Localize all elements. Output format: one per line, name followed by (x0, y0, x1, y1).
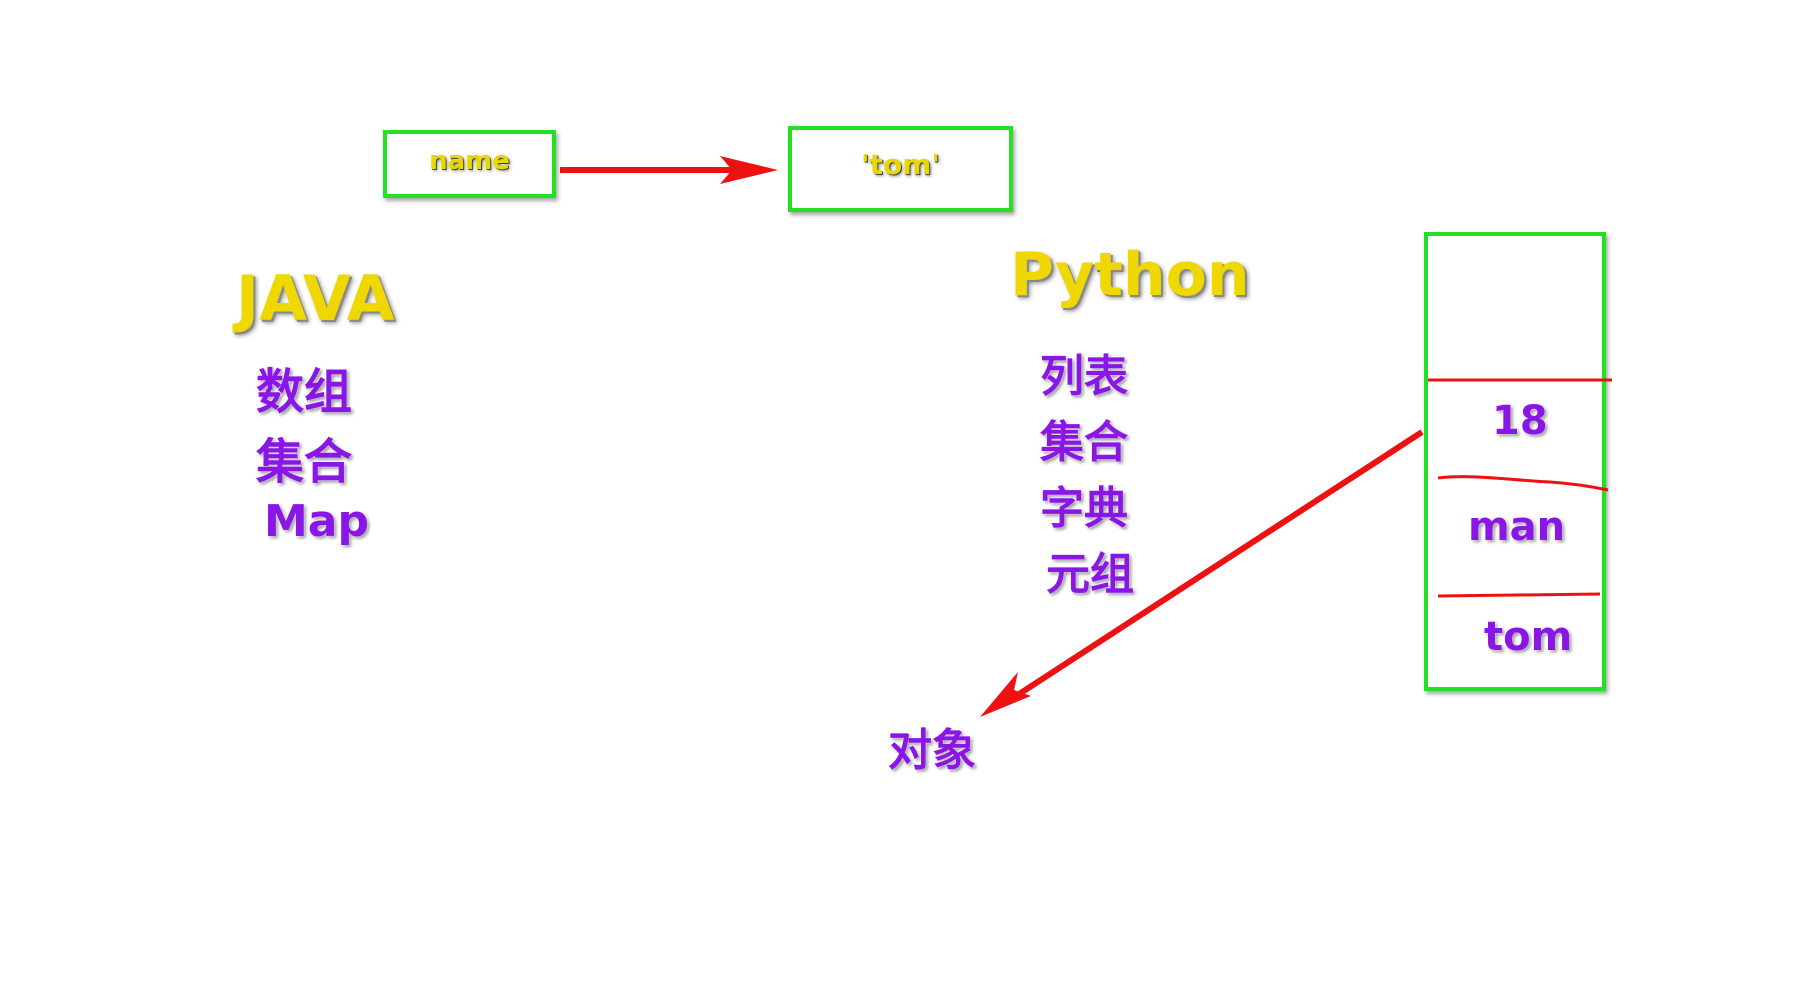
pointer-arrow (560, 156, 778, 184)
arrows-layer (560, 156, 1612, 717)
stack-divider-3 (1437, 592, 1601, 598)
object-arrow (980, 429, 1424, 717)
stack-divider-2 (1437, 475, 1609, 492)
